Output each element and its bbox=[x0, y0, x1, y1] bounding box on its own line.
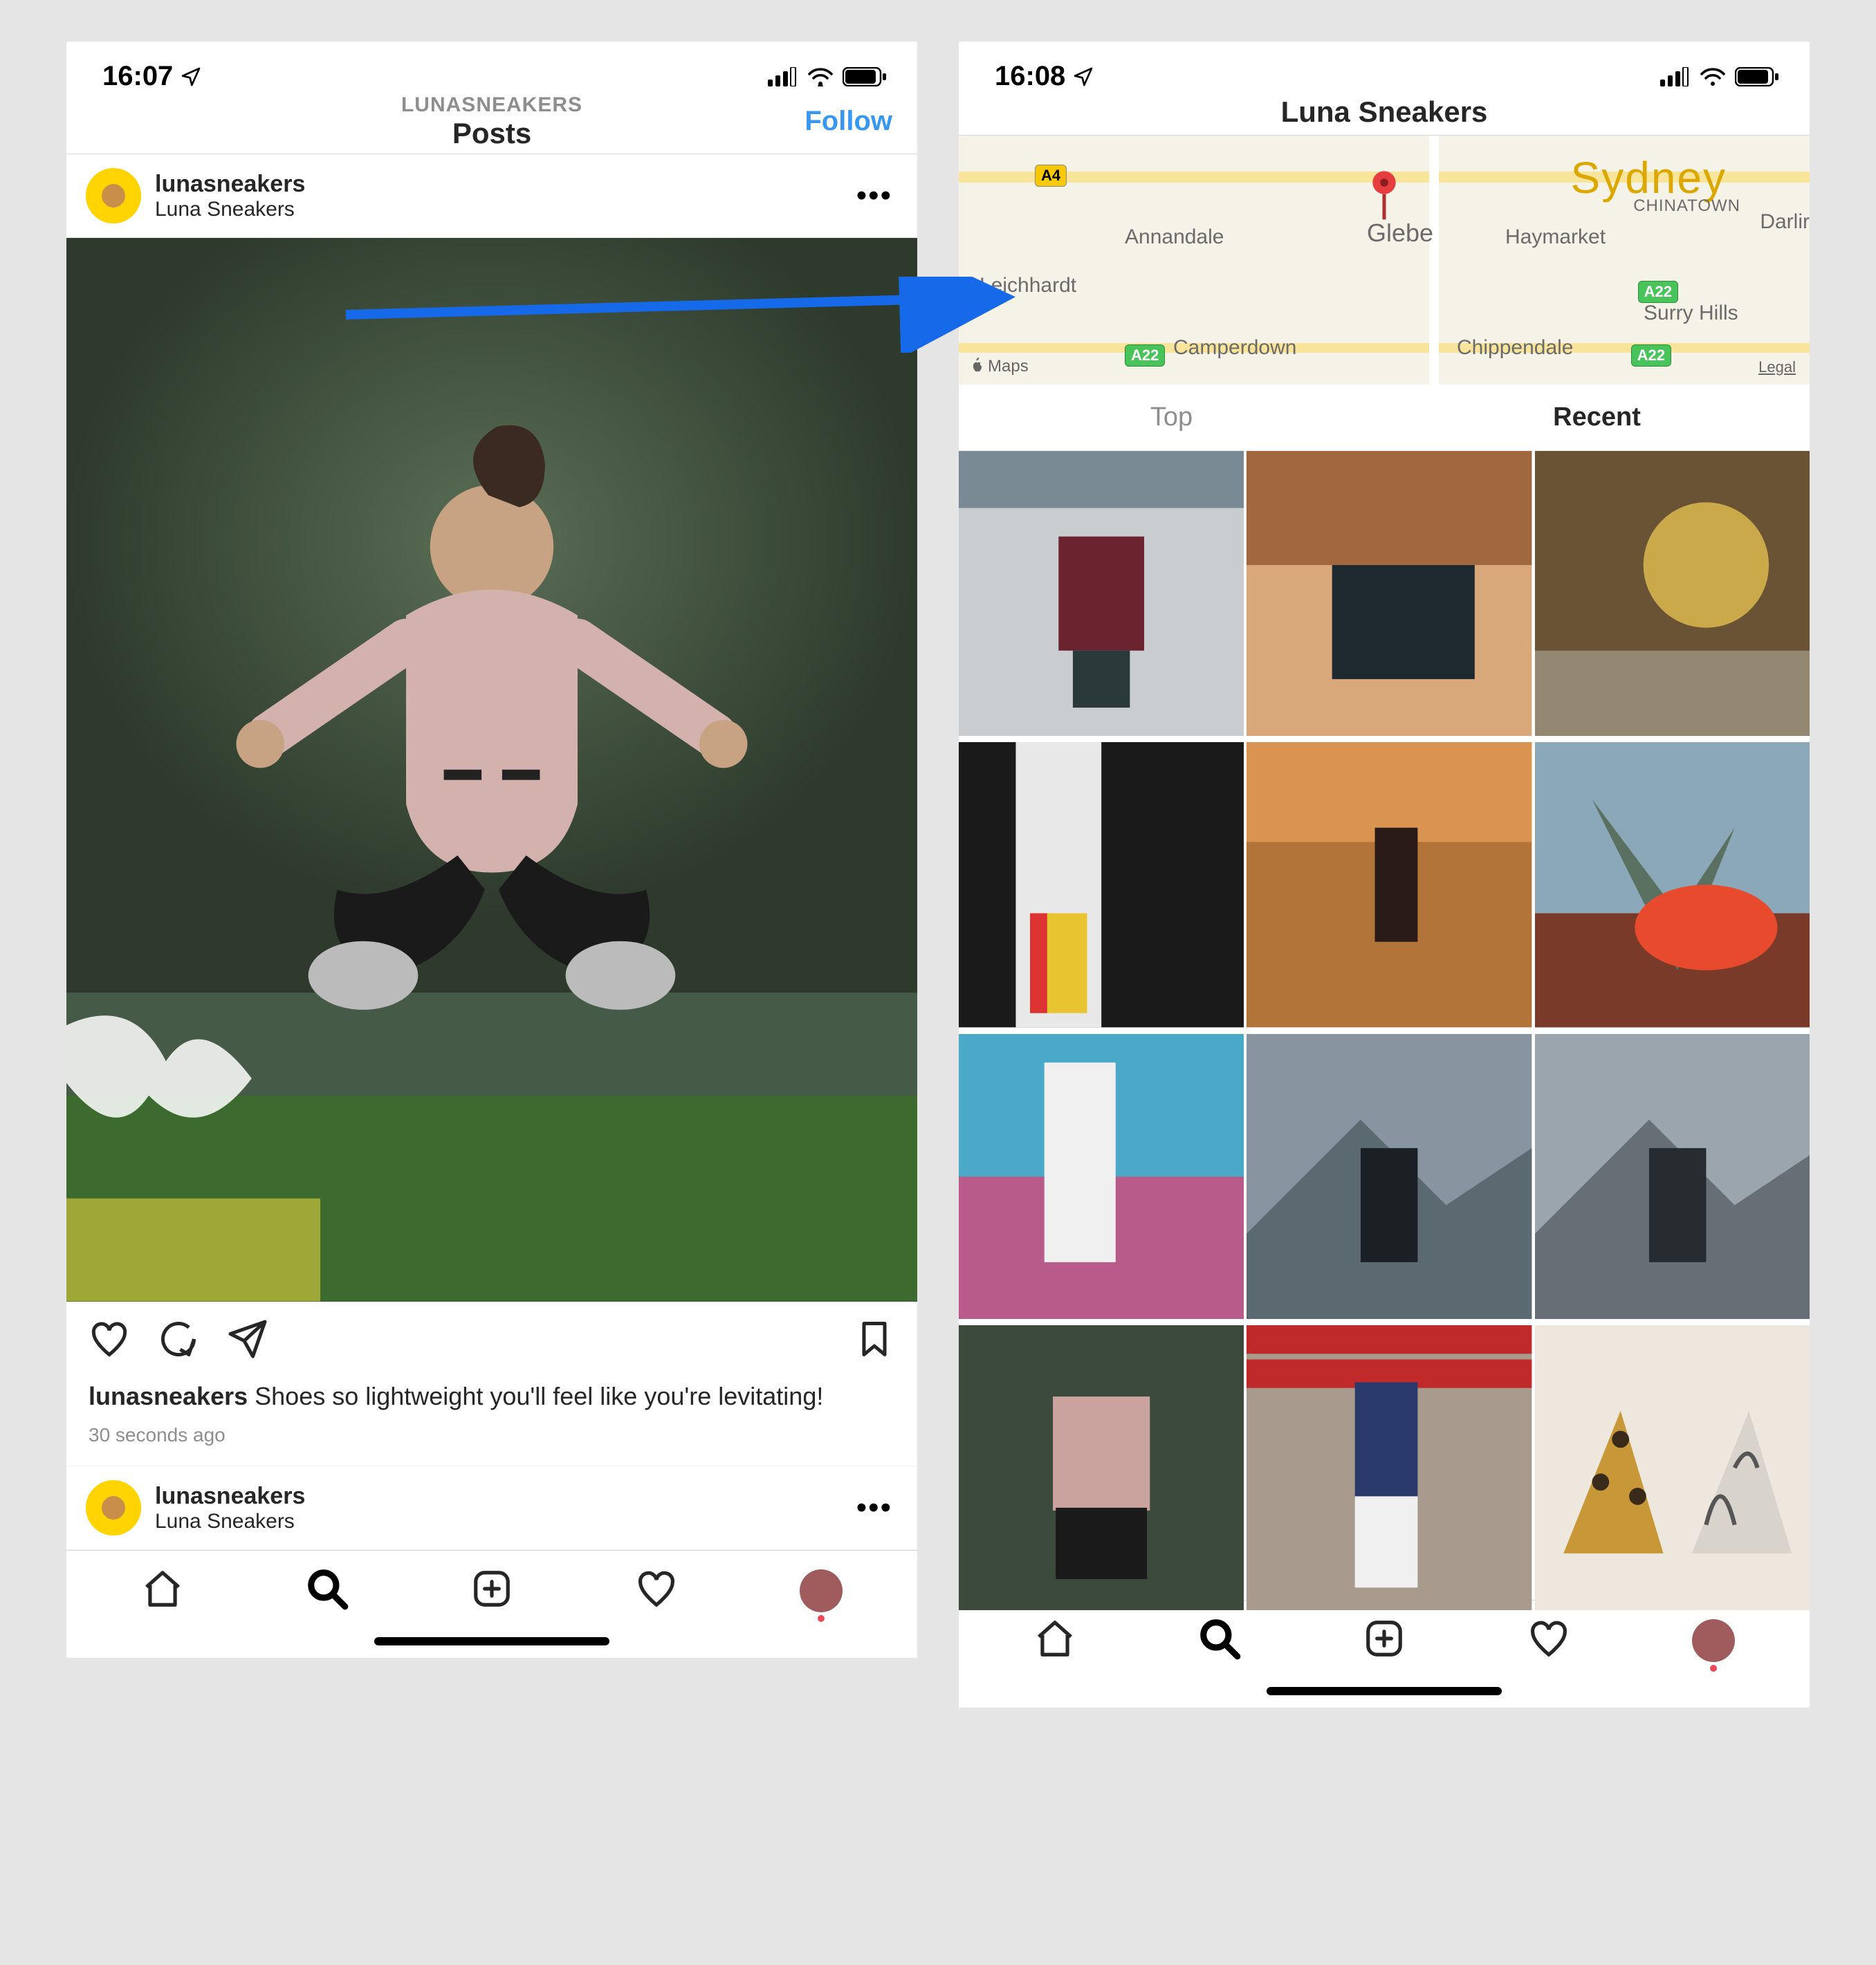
phone-right: 16:08 Luna Sneakers Sydney Glebe Annanda… bbox=[959, 41, 1810, 1708]
avatar[interactable] bbox=[86, 168, 141, 223]
map-label-chinatown: CHINATOWN bbox=[1633, 196, 1740, 216]
follow-button[interactable]: Follow bbox=[804, 106, 892, 137]
tab-bar bbox=[66, 1550, 917, 1621]
location-map[interactable]: Sydney Glebe Annandale Haymarket Leichha… bbox=[959, 136, 1810, 385]
map-label-surryhills: Surry Hills bbox=[1644, 302, 1738, 325]
tab-activity[interactable] bbox=[1527, 1617, 1570, 1663]
battery-icon bbox=[843, 67, 887, 86]
tab-create[interactable] bbox=[1363, 1617, 1406, 1663]
map-label-annandale: Annandale bbox=[1125, 225, 1224, 249]
post-caption: lunasneakers Shoes so lightweight you'll… bbox=[66, 1380, 917, 1414]
wifi-icon bbox=[807, 67, 834, 86]
tab-search[interactable] bbox=[306, 1567, 349, 1614]
grid-item[interactable] bbox=[1247, 1325, 1532, 1614]
map-road-a22c: A22 bbox=[1631, 344, 1671, 367]
map-attribution: Maps bbox=[968, 357, 1029, 376]
post-image[interactable] bbox=[66, 238, 917, 1302]
map-pin-icon bbox=[1367, 169, 1401, 224]
nav-title: Luna Sneakers bbox=[1281, 95, 1488, 129]
location-arrow-icon bbox=[180, 66, 202, 88]
post-username[interactable]: lunasneakers bbox=[155, 171, 843, 198]
grid-item[interactable] bbox=[1535, 451, 1810, 739]
home-indicator[interactable] bbox=[1267, 1687, 1502, 1695]
caption-username[interactable]: lunasneakers bbox=[89, 1382, 248, 1410]
status-time: 16:08 bbox=[995, 61, 1065, 92]
map-label-darlin: Darlir bbox=[1760, 210, 1810, 234]
post2-header: lunasneakers Luna Sneakers ••• bbox=[66, 1466, 917, 1550]
map-road-a4: A4 bbox=[1035, 165, 1067, 187]
post-options-button[interactable]: ••• bbox=[856, 181, 898, 211]
map-label-sydney: Sydney bbox=[1571, 152, 1727, 203]
tab-create[interactable] bbox=[470, 1567, 513, 1614]
nav-bar: LUNASNEAKERS Posts Follow bbox=[66, 106, 917, 154]
grid-item[interactable] bbox=[959, 742, 1244, 1031]
grid-item[interactable] bbox=[959, 451, 1244, 739]
battery-icon bbox=[1735, 67, 1779, 86]
tab-profile[interactable] bbox=[1692, 1619, 1735, 1662]
like-button[interactable] bbox=[89, 1318, 130, 1363]
nav-title: Posts bbox=[401, 117, 582, 150]
post-header: lunasneakers Luna Sneakers ••• bbox=[66, 154, 917, 238]
grid-item[interactable] bbox=[1247, 451, 1532, 739]
grid-item[interactable] bbox=[959, 1034, 1244, 1322]
grid-item[interactable] bbox=[1247, 742, 1532, 1031]
save-button[interactable] bbox=[854, 1318, 895, 1363]
location-arrow-icon bbox=[1072, 66, 1094, 88]
wifi-icon bbox=[1699, 67, 1727, 86]
post-actions bbox=[66, 1302, 917, 1380]
tab-home[interactable] bbox=[1033, 1617, 1076, 1663]
tab-profile[interactable] bbox=[800, 1569, 843, 1612]
phone-left: 16:07 LUNASNEAKERS Posts Follow lunasnea… bbox=[66, 41, 917, 1658]
nav-overline: LUNASNEAKERS bbox=[401, 93, 582, 117]
map-label-camperdown: Camperdown bbox=[1173, 336, 1296, 360]
home-indicator[interactable] bbox=[374, 1637, 609, 1645]
map-road-a22b: A22 bbox=[1125, 344, 1165, 367]
avatar[interactable] bbox=[86, 1480, 141, 1535]
post2-location[interactable]: Luna Sneakers bbox=[155, 1510, 843, 1533]
grid-item[interactable] bbox=[1535, 1034, 1810, 1322]
tab-top[interactable]: Top bbox=[959, 385, 1384, 450]
grid-item[interactable] bbox=[1535, 1325, 1810, 1614]
cell-signal-icon bbox=[1660, 67, 1691, 86]
map-label-leichhardt: Leichhardt bbox=[980, 274, 1076, 297]
location-tabs: Top Recent bbox=[959, 385, 1810, 451]
nav-bar: Luna Sneakers bbox=[959, 106, 1810, 136]
map-road-a22a: A22 bbox=[1638, 281, 1678, 303]
post-timestamp: 30 seconds ago bbox=[66, 1413, 917, 1466]
post2-username[interactable]: lunasneakers bbox=[155, 1483, 843, 1510]
status-time: 16:07 bbox=[102, 61, 173, 92]
tab-search[interactable] bbox=[1198, 1617, 1241, 1663]
post2-options-button[interactable]: ••• bbox=[856, 1493, 898, 1523]
tab-recent[interactable]: Recent bbox=[1384, 385, 1810, 450]
share-button[interactable] bbox=[227, 1318, 268, 1363]
caption-text: Shoes so lightweight you'll feel like yo… bbox=[248, 1382, 823, 1410]
map-label-haymarket: Haymarket bbox=[1505, 225, 1606, 249]
map-legal-link[interactable]: Legal bbox=[1758, 358, 1796, 376]
cell-signal-icon bbox=[768, 67, 798, 86]
grid-item[interactable] bbox=[1247, 1034, 1532, 1322]
grid-item[interactable] bbox=[959, 1325, 1244, 1614]
tab-activity[interactable] bbox=[635, 1567, 678, 1614]
apple-logo-icon bbox=[968, 358, 984, 376]
post-grid bbox=[959, 451, 1810, 1600]
tab-home[interactable] bbox=[141, 1567, 184, 1614]
post-location[interactable]: Luna Sneakers bbox=[155, 198, 843, 221]
grid-item[interactable] bbox=[1535, 742, 1810, 1031]
comment-button[interactable] bbox=[158, 1318, 199, 1363]
map-label-chippendale: Chippendale bbox=[1457, 336, 1573, 360]
